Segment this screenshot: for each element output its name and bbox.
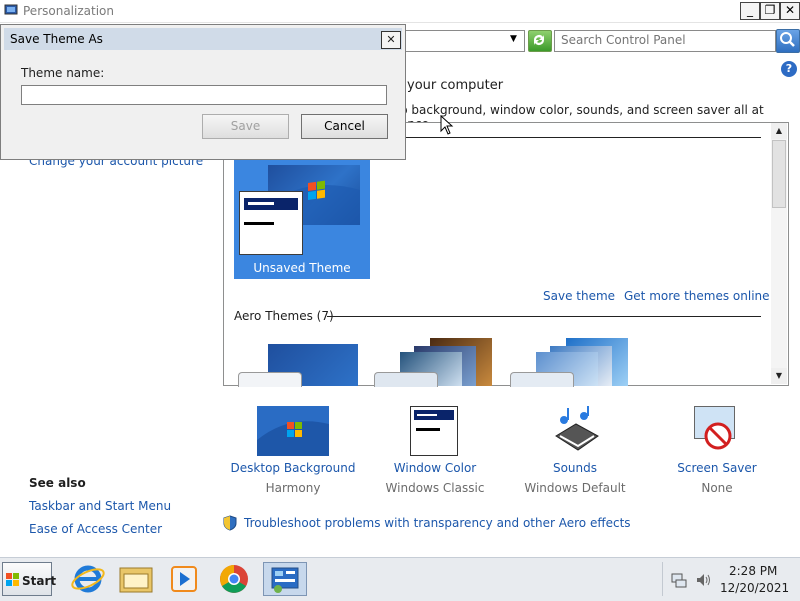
address-dropdown-icon[interactable]: ▼ [510, 34, 517, 44]
help-icon[interactable]: ? [781, 61, 797, 77]
scroll-down-button[interactable]: ▼ [771, 368, 787, 384]
aero-theme-architecture[interactable] [374, 338, 498, 387]
clock-time[interactable]: 2:28 PM [729, 564, 777, 578]
page-title: your computer [407, 78, 504, 93]
minimize-button[interactable]: _ [740, 2, 760, 20]
window-color-preview [238, 372, 302, 387]
desktop-background-icon[interactable] [257, 406, 329, 459]
start-button[interactable]: Start [2, 562, 56, 596]
search-button[interactable] [776, 29, 800, 53]
start-label: Start [22, 574, 57, 588]
shield-icon [223, 515, 237, 531]
theme-name-label: Theme name: [21, 66, 105, 80]
taskbar-media-player[interactable] [162, 562, 206, 596]
desktop-background-value: Harmony [265, 481, 321, 495]
desktop-background-link[interactable]: Desktop Background [229, 461, 357, 475]
taskbar-start-menu-link[interactable]: Taskbar and Start Menu [29, 499, 171, 513]
screen-saver-icon[interactable] [694, 406, 740, 457]
save-theme-dialog: Save Theme As ✕ Theme name: Save Cancel [0, 24, 406, 160]
taskbar-chrome[interactable] [212, 562, 256, 596]
get-more-themes-link[interactable]: Get more themes online [624, 289, 770, 303]
scrollbar-thumb[interactable] [772, 140, 786, 208]
aero-theme-characters[interactable] [510, 338, 634, 387]
taskbar-file-explorer[interactable] [114, 562, 158, 596]
control-panel-icon [271, 567, 299, 593]
dialog-title: Save Theme As [10, 32, 103, 46]
windows-flag-icon [6, 573, 19, 586]
network-icon[interactable] [671, 572, 687, 588]
refresh-button[interactable] [528, 30, 552, 52]
taskbar-control-panel[interactable] [263, 562, 307, 596]
dialog-titlebar: Save Theme As ✕ [4, 28, 402, 50]
save-button[interactable]: Save [202, 114, 289, 139]
aero-themes-heading: Aero Themes (7) [234, 309, 334, 323]
volume-icon[interactable] [695, 572, 713, 588]
file-explorer-icon [119, 567, 153, 593]
window-color-preview [239, 191, 303, 255]
taskbar: Start [0, 557, 800, 601]
screen-saver-link[interactable]: Screen Saver [653, 461, 781, 475]
window-color-icon[interactable] [410, 406, 458, 459]
window-color-value: Windows Classic [385, 481, 485, 495]
troubleshoot-aero-link[interactable]: Troubleshoot problems with transparency … [244, 516, 631, 530]
address-bar[interactable] [406, 30, 525, 52]
window-color-preview [374, 372, 438, 387]
media-player-icon [171, 566, 197, 592]
window-titlebar: Personalization _ ❐ ✕ [0, 0, 800, 23]
aero-theme-windows[interactable] [238, 344, 362, 387]
search-box[interactable] [554, 30, 776, 52]
theme-name-field[interactable] [21, 85, 387, 105]
search-icon [780, 32, 795, 47]
unsaved-theme-label: Unsaved Theme [253, 261, 351, 275]
maximize-button[interactable]: ❐ [760, 2, 780, 20]
window-color-link[interactable]: Window Color [371, 461, 499, 475]
cancel-button[interactable]: Cancel [301, 114, 388, 139]
chrome-icon [220, 565, 248, 593]
window-color-preview [510, 372, 574, 387]
clock-date[interactable]: 12/20/2021 [720, 581, 789, 595]
sounds-value: Windows Default [524, 481, 626, 495]
mouse-cursor-icon [440, 115, 454, 135]
dialog-close-button[interactable]: ✕ [381, 31, 401, 49]
scroll-up-button[interactable]: ▲ [771, 123, 787, 139]
search-input[interactable] [561, 33, 761, 47]
taskbar-internet-explorer[interactable] [66, 562, 110, 596]
see-also-heading: See also [29, 476, 86, 490]
section-divider [327, 316, 761, 317]
screen-saver-value: None [701, 481, 733, 495]
save-theme-link[interactable]: Save theme [543, 289, 615, 303]
close-button[interactable]: ✕ [780, 2, 800, 20]
sounds-link[interactable]: Sounds [511, 461, 639, 475]
window-title: Personalization [23, 4, 114, 18]
ease-of-access-link[interactable]: Ease of Access Center [29, 522, 162, 536]
refresh-icon [534, 35, 544, 45]
sounds-icon[interactable] [550, 406, 600, 457]
personalization-icon [4, 4, 18, 15]
internet-explorer-icon [71, 565, 105, 593]
